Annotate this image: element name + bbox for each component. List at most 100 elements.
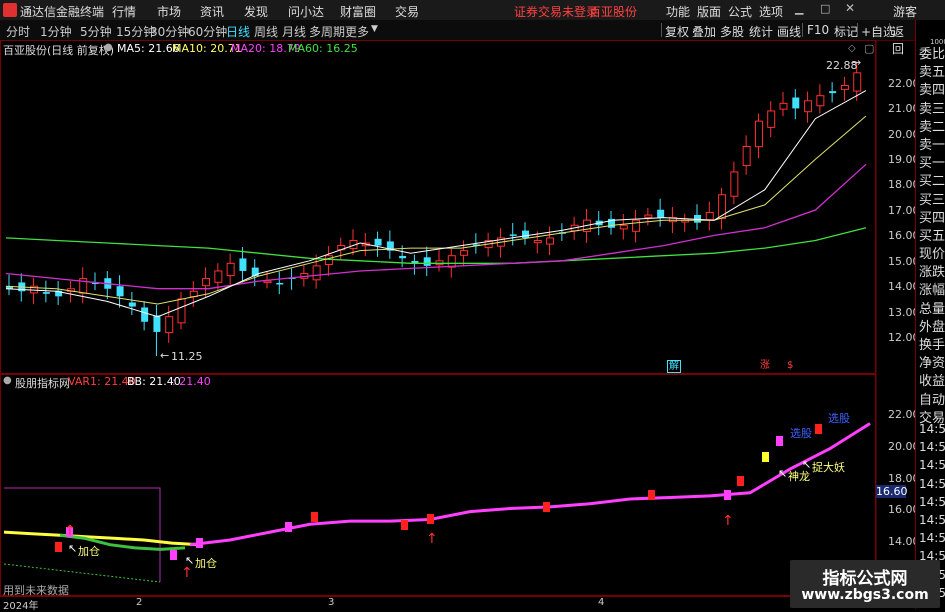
tool-stats[interactable]: 统计 — [749, 23, 773, 40]
tool-adjust[interactable]: 复权 — [665, 23, 689, 40]
menu-layout[interactable]: 版面 — [697, 3, 721, 20]
candle-body[interactable] — [754, 120, 763, 148]
quote-field-label[interactable]: 收益 — [919, 373, 945, 391]
candle-body[interactable] — [374, 238, 382, 246]
indicator-chart[interactable] — [0, 374, 915, 596]
dollar-marker[interactable]: $ — [787, 360, 793, 371]
candle-body[interactable] — [509, 234, 517, 236]
period-tab-timeline[interactable]: 分时 — [6, 23, 30, 40]
candle-body[interactable] — [226, 262, 235, 277]
candle-body[interactable] — [202, 278, 211, 287]
candle-body[interactable] — [399, 255, 407, 259]
quote-field-label[interactable]: 卖二 — [919, 119, 945, 137]
candle-body[interactable] — [153, 315, 161, 332]
quote-field-label[interactable]: 自动 — [919, 392, 945, 410]
quote-field-label[interactable]: 卖三 — [919, 101, 945, 119]
menu-wealth[interactable]: 财富圈 — [340, 3, 376, 20]
candle-body[interactable] — [522, 230, 529, 238]
quote-field-label[interactable]: 换手 — [919, 337, 945, 355]
candle-body[interactable] — [546, 237, 555, 245]
chevron-down-icon[interactable]: ▼ — [371, 24, 378, 34]
menu-ask[interactable]: 问小达 — [288, 3, 324, 20]
close-icon[interactable]: ✕ — [845, 1, 855, 15]
menu-news[interactable]: 资讯 — [200, 3, 224, 20]
candle-body[interactable] — [165, 316, 174, 334]
candle-body[interactable] — [619, 224, 628, 230]
candle-body[interactable] — [177, 298, 186, 324]
trade-login-alert[interactable]: 证券交易未登录 — [514, 3, 598, 20]
candle-body[interactable] — [657, 209, 665, 218]
candle-body[interactable] — [128, 302, 136, 307]
quote-field-label[interactable]: 买四 — [919, 210, 945, 228]
maximize-icon[interactable]: □ — [820, 2, 830, 15]
period-tab-1min[interactable]: 1分钟 — [40, 23, 72, 40]
menu-market[interactable]: 市场 — [157, 3, 181, 20]
unlock-marker[interactable]: 解 — [667, 360, 681, 373]
quote-field-label[interactable]: 卖四 — [919, 82, 945, 100]
period-tab-multi[interactable]: 多周期 — [309, 23, 345, 40]
candle-body[interactable] — [447, 255, 456, 268]
tool-multi-stock[interactable]: 多股 — [720, 23, 744, 40]
candle-body[interactable] — [263, 280, 272, 284]
candle-body[interactable] — [141, 307, 149, 322]
quote-field-label[interactable]: 现价 — [919, 246, 945, 264]
quote-field-label[interactable]: 外盘 — [919, 319, 945, 337]
menu-trade[interactable]: 交易 — [395, 3, 419, 20]
candle-body[interactable] — [779, 102, 788, 110]
candle-body[interactable] — [423, 257, 431, 266]
candle-body[interactable] — [42, 292, 50, 294]
quote-field-label[interactable]: 买一 — [919, 155, 945, 173]
candle-body[interactable] — [853, 72, 862, 92]
period-tab-5min[interactable]: 5分钟 — [80, 23, 112, 40]
quote-field-label[interactable]: 买三 — [919, 192, 945, 210]
menu-formula[interactable]: 公式 — [728, 3, 752, 20]
candle-body[interactable] — [324, 255, 333, 266]
candle-body[interactable] — [804, 100, 813, 113]
menu-options[interactable]: 选项 — [759, 3, 783, 20]
candle-body[interactable] — [276, 282, 284, 285]
tool-overlay[interactable]: 叠加 — [692, 23, 716, 40]
minimize-icon[interactable]: ▁ — [795, 2, 803, 15]
candlestick-chart[interactable] — [0, 40, 915, 375]
candle-body[interactable] — [239, 258, 247, 271]
quote-field-label[interactable]: 涨跌 — [919, 264, 945, 282]
candle-body[interactable] — [816, 95, 825, 107]
quote-field-label[interactable]: 净资 — [919, 355, 945, 373]
candle-body[interactable] — [533, 239, 542, 244]
tool-f10[interactable]: F10 — [807, 23, 829, 37]
quote-field-label[interactable]: 委比 — [919, 46, 945, 64]
period-tab-monthly[interactable]: 月线 — [282, 23, 306, 40]
period-tab-weekly[interactable]: 周线 — [254, 23, 278, 40]
candle-body[interactable] — [632, 219, 641, 232]
period-tab-60min[interactable]: 60分钟 — [188, 23, 227, 40]
quote-field-label[interactable]: 买五 — [919, 228, 945, 246]
candle-body[interactable] — [730, 171, 739, 197]
candle-body[interactable] — [792, 97, 800, 109]
candle-body[interactable] — [705, 212, 714, 221]
quote-field-label[interactable]: 卖五 — [919, 64, 945, 82]
stock-name-link[interactable]: 百亚股份 — [589, 3, 637, 20]
period-tab-30min[interactable]: 30分钟 — [150, 23, 189, 40]
quote-field-label[interactable]: 买二 — [919, 173, 945, 191]
period-tab-daily[interactable]: 日线 — [226, 23, 250, 40]
candle-body[interactable] — [840, 85, 849, 90]
user-guest[interactable]: 游客 — [893, 3, 917, 20]
candle-body[interactable] — [644, 214, 653, 218]
tool-mark[interactable]: 标记 — [834, 23, 858, 40]
tool-draw-line[interactable]: 画线 — [777, 23, 801, 40]
candle-body[interactable] — [460, 250, 469, 256]
limit-up-marker[interactable]: 涨 — [760, 360, 770, 371]
menu-function[interactable]: 功能 — [666, 3, 690, 20]
quote-field-label[interactable]: 涨幅 — [919, 282, 945, 300]
candle-body[interactable] — [312, 265, 321, 281]
period-tab-more[interactable]: 更多 — [345, 23, 369, 40]
candle-body[interactable] — [829, 91, 837, 94]
quote-field-label[interactable]: 总量 — [919, 301, 945, 319]
candle-body[interactable] — [742, 146, 751, 167]
candle-body[interactable] — [214, 270, 223, 283]
menu-quotes[interactable]: 行情 — [112, 3, 136, 20]
candle-body[interactable] — [116, 286, 124, 297]
quote-field-label[interactable]: 卖一 — [919, 137, 945, 155]
menu-discover[interactable]: 发现 — [244, 3, 268, 20]
candle-body[interactable] — [767, 110, 776, 128]
